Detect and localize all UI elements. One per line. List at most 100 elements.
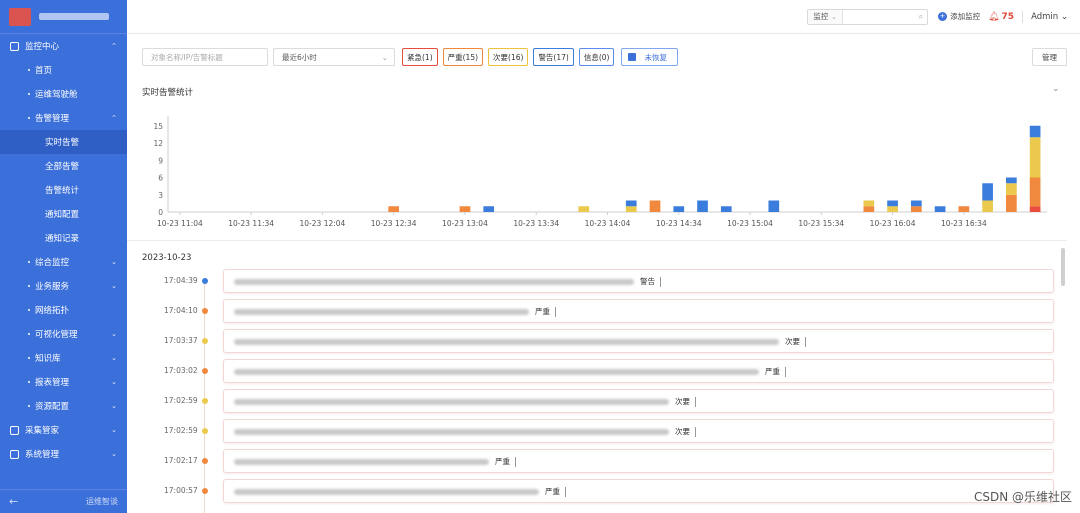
level-tag[interactable]: 信息(0) (578, 48, 615, 66)
level-tag[interactable]: 紧急(1) (402, 48, 438, 66)
alert-card[interactable]: 次要 (223, 329, 1054, 353)
alert-title-blurred (234, 429, 669, 435)
top-header: 监控 ⌄ ⌕ + 添加监控 🔔︎ 75 Admin ⌄ (127, 0, 1080, 34)
bar-segment-严重[interactable] (1006, 194, 1017, 212)
bar-segment-警告[interactable] (1029, 125, 1041, 138)
level-tag[interactable]: 警告(17) (533, 48, 574, 66)
bar-segment-警告[interactable] (720, 206, 732, 212)
sidebar-item[interactable]: 首页 (0, 58, 127, 82)
sidebar-item[interactable]: 业务服务 ⌄ (0, 274, 127, 298)
collapse-chevron-icon[interactable]: ⌄ (1052, 84, 1060, 94)
y-tick-label: 9 (158, 156, 163, 165)
sidebar-item[interactable]: 系统管理 ⌄ (0, 442, 127, 466)
sidebar-item[interactable]: 运维驾驶舱 (0, 82, 127, 106)
alert-card[interactable]: 严重 (223, 299, 1054, 323)
header-divider (1022, 10, 1024, 23)
alert-search-input[interactable]: 对象名称/IP/告警标题 (142, 48, 268, 66)
bar-segment-紧急[interactable] (1029, 206, 1041, 212)
bullet-icon (28, 93, 30, 95)
sidebar-item[interactable]: 可视化管理 ⌄ (0, 322, 127, 346)
bar-segment-警告[interactable] (483, 206, 495, 212)
sidebar-item[interactable]: 实时告警 (0, 130, 127, 154)
bar-segment-警告[interactable] (673, 206, 685, 212)
brand-logo (9, 7, 31, 26)
bar-segment-警告[interactable] (697, 200, 708, 213)
bar-segment-严重[interactable] (910, 206, 922, 212)
bar-segment-次要[interactable] (887, 206, 898, 212)
bell-icon: 🔔︎ (988, 11, 1000, 22)
search-icon[interactable]: ⌕ (919, 12, 923, 22)
sidebar-item[interactable]: 全部告警 (0, 154, 127, 178)
sidebar-item[interactable]: 监控中心 ⌃ (0, 34, 127, 58)
bar-segment-警告[interactable] (982, 183, 993, 201)
alert-card[interactable]: 严重 (223, 359, 1054, 383)
bar-segment-严重[interactable] (459, 206, 471, 212)
sidebar-item[interactable]: 网络拓扑 (0, 298, 127, 322)
bar-segment-严重[interactable] (1029, 177, 1041, 207)
plus-icon: + (938, 12, 948, 21)
time-range-select[interactable]: 最近6小时 ⌄ (273, 48, 395, 66)
alert-card[interactable]: 严重 (223, 449, 1054, 473)
collapse-arrow-icon[interactable]: ← (9, 495, 18, 508)
bar-segment-警告[interactable] (768, 200, 780, 213)
manage-button[interactable]: 管理 (1032, 48, 1067, 66)
bar-segment-严重[interactable] (388, 206, 400, 212)
alert-title-blurred (234, 399, 669, 405)
bar-segment-警告[interactable] (1006, 177, 1017, 184)
global-search-input[interactable]: ⌕ (843, 10, 927, 24)
brand[interactable] (0, 0, 127, 34)
bullet-icon (28, 381, 30, 383)
timeline-dot (202, 488, 208, 494)
user-menu[interactable]: Admin ⌄ (1031, 12, 1068, 22)
sidebar-item[interactable]: 通知配置 (0, 202, 127, 226)
bar-segment-严重[interactable] (649, 200, 661, 213)
sidebar-item[interactable]: 通知记录 (0, 226, 127, 250)
bar-segment-次要[interactable] (863, 200, 875, 207)
alert-card[interactable]: 警告 (223, 269, 1054, 293)
bar-segment-次要[interactable] (1006, 183, 1017, 195)
timeline-row: 17:00:57 严重 (142, 479, 1054, 503)
separator (660, 277, 661, 287)
bar-segment-严重[interactable] (958, 206, 970, 212)
alert-level: 严重 (535, 307, 550, 316)
x-tick-label: 10-23 12:34 (371, 219, 417, 228)
bar-segment-次要[interactable] (1029, 137, 1041, 178)
bar-segment-警告[interactable] (934, 206, 946, 212)
bar-segment-警告[interactable] (887, 200, 898, 207)
alert-title-blurred (234, 459, 489, 465)
timeline-row: 17:03:37 次要 (142, 329, 1054, 353)
sidebar-item[interactable]: 知识库 ⌄ (0, 346, 127, 370)
alert-card[interactable]: 次要 (223, 419, 1054, 443)
sidebar-item-label: 全部告警 (45, 162, 80, 172)
bar-segment-次要[interactable] (982, 200, 993, 213)
alert-title-blurred (234, 489, 539, 495)
alert-title-blurred (234, 369, 759, 375)
sidebar-item[interactable]: 告警统计 (0, 178, 127, 202)
bar-segment-警告[interactable] (910, 200, 922, 207)
search-type-select[interactable]: 监控 ⌄ (808, 9, 844, 24)
bar-segment-次要[interactable] (578, 206, 590, 212)
unrecovered-checkbox[interactable]: 未恢复 (621, 48, 678, 66)
bar-segment-严重[interactable] (863, 206, 875, 212)
scrollbar[interactable] (1061, 248, 1065, 286)
alert-time: 17:02:17 (164, 456, 198, 465)
x-tick-label: 10-23 15:34 (798, 219, 844, 228)
alert-bell[interactable]: 🔔︎ 75 (988, 12, 1014, 22)
bar-segment-警告[interactable] (625, 200, 637, 207)
sidebar-item[interactable]: 报表管理 ⌄ (0, 370, 127, 394)
alert-time: 17:03:37 (164, 336, 198, 345)
sidebar-item[interactable]: 资源配置 ⌄ (0, 394, 127, 418)
sidebar-bottom-label[interactable]: 运维智谈 (86, 496, 118, 507)
alert-card[interactable]: 严重 (223, 479, 1054, 503)
sidebar-item[interactable]: 综合监控 ⌄ (0, 250, 127, 274)
sidebar-bottom: ← 运维智谈 (0, 489, 127, 513)
bar-segment-次要[interactable] (625, 206, 637, 212)
level-tag[interactable]: 次要(16) (488, 48, 529, 66)
add-monitor-button[interactable]: + 添加监控 (938, 11, 980, 22)
alert-level: 严重 (765, 367, 780, 376)
sidebar-item-label: 综合监控 (35, 258, 70, 268)
sidebar-item[interactable]: 采集管家 ⌄ (0, 418, 127, 442)
sidebar-item[interactable]: 告警管理 ⌃ (0, 106, 127, 130)
alert-card[interactable]: 次要 (223, 389, 1054, 413)
level-tag[interactable]: 严重(15) (442, 48, 484, 66)
